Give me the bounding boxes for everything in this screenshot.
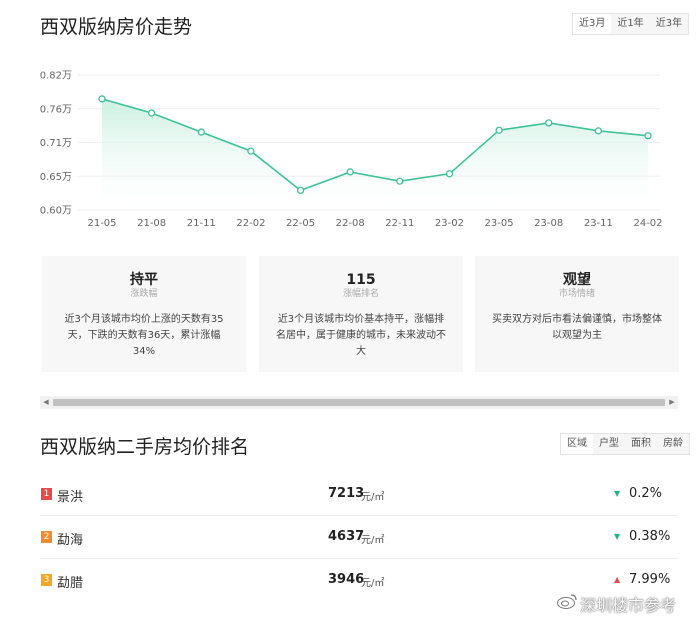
time-range-selector: 近3月 近1年 近3年: [572, 13, 690, 35]
card-value: 115: [346, 272, 376, 288]
y-tick-label: 0.76万: [40, 104, 72, 115]
ranking-title: 西双版纳二手房均价排名: [40, 436, 250, 458]
series-area: [102, 98, 648, 210]
data-point: [495, 126, 503, 134]
x-tick-label: 21-05: [87, 218, 116, 229]
ranking-row[interactable]: 2 勐海 4637 元/㎡ ▼ 0.38%: [40, 516, 678, 559]
y-tick-label: 0.82万: [40, 71, 72, 82]
price-unit: 元/㎡: [361, 578, 385, 589]
data-point: [396, 177, 404, 185]
card-label: 涨跌幅: [130, 289, 158, 299]
x-tick-label: 23-08: [534, 218, 563, 229]
x-tick-label: 23-11: [584, 218, 613, 229]
sentiment-card: 观望 市场情绪 买卖双方对后市看法偏谨慎，市场整体以观望为主: [475, 256, 679, 372]
price-change: 7.99%: [629, 572, 671, 587]
data-point: [644, 132, 652, 140]
price-unit: 元/㎡: [361, 535, 385, 546]
tab-3-years[interactable]: 近3年: [649, 14, 689, 34]
data-point: [247, 147, 255, 155]
data-point: [197, 128, 205, 136]
card-label: 市场情绪: [558, 289, 595, 299]
card-description: 近3个月该城市均价上涨的天数有35天，下跌的天数有36天，累计涨幅34%: [64, 314, 224, 357]
card-description: 近3个月该城市均价基本持平，涨幅排名居中，属于健康的城市，未来波动不大: [276, 314, 446, 357]
tab-layout[interactable]: 户型: [593, 434, 625, 454]
x-tick-label: 21-08: [137, 218, 166, 229]
price-change: 0.2%: [629, 486, 663, 501]
district-name: 勐腊: [57, 576, 84, 591]
rank-card: 115 涨幅排名 近3个月该城市均价基本持平，涨幅排名居中，属于健康的城市，未来…: [259, 256, 463, 372]
card-description: 买卖双方对后市看法偏谨慎，市场整体以观望为主: [492, 314, 662, 341]
x-tick-label: 24-02: [633, 218, 662, 229]
price-unit: 元/㎡: [361, 492, 385, 503]
tab-area[interactable]: 区域: [561, 434, 593, 454]
card-value: 观望: [563, 272, 591, 288]
data-point: [147, 109, 156, 117]
card-value: 持平: [130, 272, 158, 288]
data-point: [445, 170, 454, 178]
y-tick-label: 0.60万: [40, 206, 72, 217]
tab-3-months[interactable]: 近3月: [573, 14, 612, 34]
trend-card: 持平 涨跌幅 近3个月该城市均价上涨的天数有35天，下跌的天数有36天，累计涨幅…: [42, 256, 246, 372]
card-label: 涨幅排名: [342, 289, 379, 299]
scrollbar-thumb[interactable]: [53, 399, 665, 406]
x-tick-label: 23-05: [485, 218, 514, 229]
price-change: 0.38%: [629, 529, 671, 544]
district-name: 景洪: [57, 490, 84, 505]
y-tick-label: 0.71万: [40, 138, 72, 149]
watermark: 深圳楼市参考: [580, 596, 677, 615]
avg-price: 3946: [328, 572, 365, 587]
x-tick-label: 23-02: [435, 218, 464, 229]
trend-up-icon: ▲: [614, 575, 621, 584]
data-point: [594, 127, 603, 135]
price-trend-chart: 0.60万 0.65万 0.71万 0.76万 0.82万 21-05 21-08 21-11…: [40, 71, 663, 230]
tab-1-year[interactable]: 近1年: [611, 14, 650, 34]
trend-title: 西双版纳房价走势: [40, 16, 193, 38]
x-tick-label: 22-08: [336, 218, 365, 229]
x-tick-label: 22-11: [385, 218, 414, 229]
avg-price: 7213: [328, 486, 365, 501]
rank-badge: 2: [41, 531, 52, 543]
data-point: [545, 119, 553, 127]
trend-down-icon: ▼: [614, 532, 621, 541]
scroll-right-arrow-icon[interactable]: ▶: [666, 396, 678, 409]
x-tick-label: 22-02: [236, 218, 265, 229]
x-tick-label: 21-11: [187, 218, 216, 229]
data-point: [296, 186, 305, 195]
y-tick-label: 0.65万: [40, 172, 72, 183]
x-tick-label: 22-05: [286, 218, 315, 229]
tab-size[interactable]: 面积: [625, 434, 657, 454]
rank-badge: 1: [41, 488, 52, 500]
trend-down-icon: ▼: [614, 489, 621, 498]
scroll-left-arrow-icon[interactable]: ◀: [40, 396, 52, 409]
ranking-sort-selector: 区域 户型 面积 房龄: [560, 433, 690, 455]
data-point: [98, 95, 106, 103]
district-name: 勐海: [57, 533, 84, 548]
tab-age[interactable]: 房龄: [657, 434, 689, 454]
avg-price: 4637: [328, 529, 365, 544]
ranking-row[interactable]: 1 景洪 7213 元/㎡ ▼ 0.2%: [40, 473, 678, 516]
data-point: [346, 168, 354, 176]
horizontal-scrollbar[interactable]: ◀ ▶: [40, 396, 678, 409]
rank-badge: 3: [41, 574, 52, 586]
